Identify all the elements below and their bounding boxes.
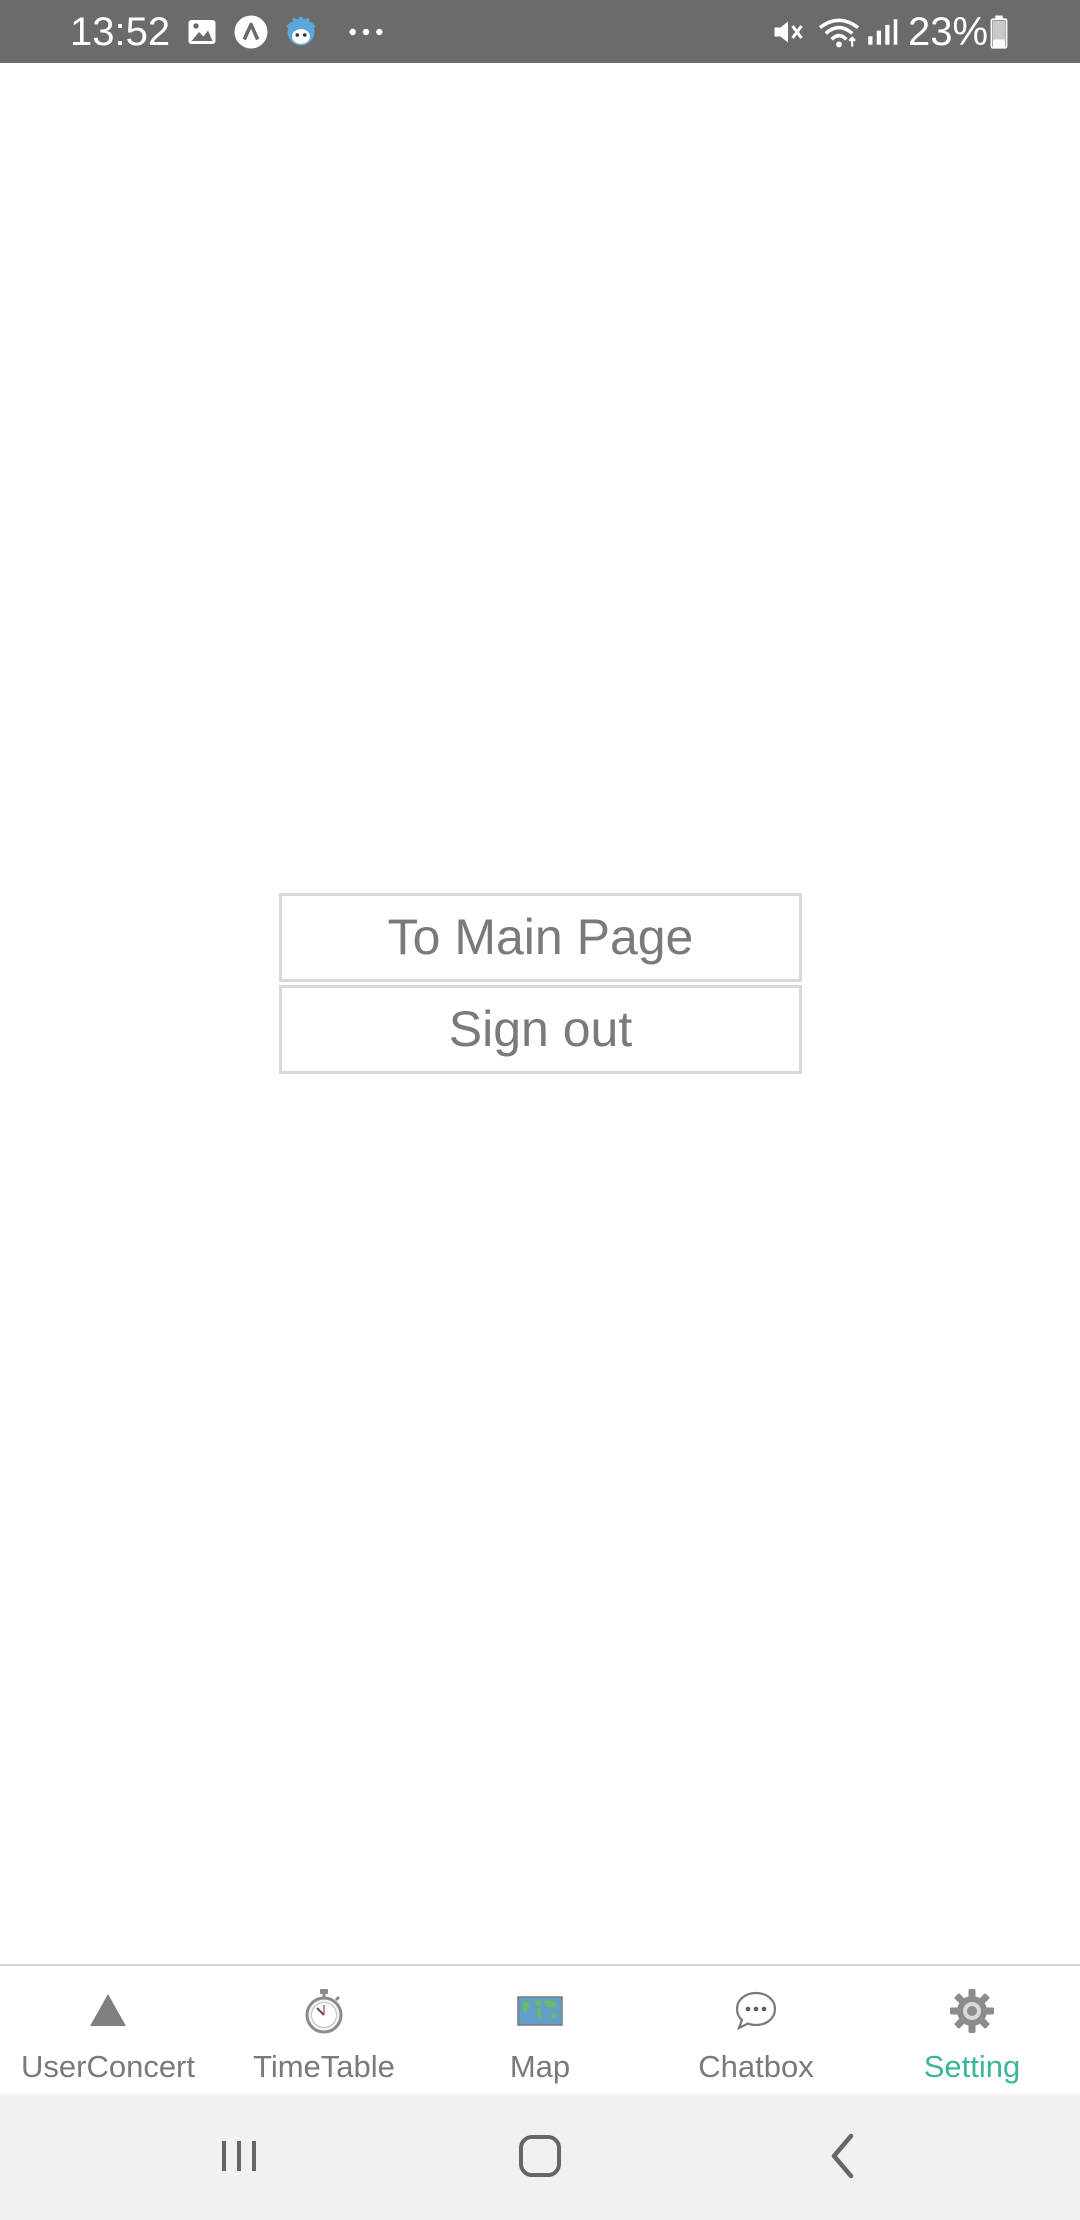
tab-map[interactable]: Map xyxy=(432,1966,648,2096)
system-nav-bar xyxy=(0,2094,1080,2220)
tab-label: TimeTable xyxy=(253,2049,395,2084)
tab-setting[interactable]: Setting xyxy=(864,1966,1080,2096)
status-bar: 13:52 23% xyxy=(0,0,1080,63)
tab-label: Map xyxy=(509,2049,571,2084)
battery-percent: 23% xyxy=(908,10,989,54)
avatar-icon xyxy=(283,14,319,50)
triangle-icon xyxy=(83,1986,133,2036)
app-a-icon xyxy=(233,14,269,50)
stopwatch-icon xyxy=(299,1986,349,2036)
back-icon[interactable] xyxy=(812,2124,876,2188)
tab-label: Chatbox xyxy=(698,2049,814,2084)
world-map-icon xyxy=(515,1986,565,2036)
tab-label: UserConcert xyxy=(21,2049,195,2084)
bottom-tab-bar: UserConcert TimeTable Map Chatbox Settin… xyxy=(0,1964,1080,2096)
tab-timetable[interactable]: TimeTable xyxy=(216,1966,432,2096)
home-icon[interactable] xyxy=(508,2124,572,2188)
to-main-page-button[interactable]: To Main Page xyxy=(279,893,802,982)
settings-actions: To Main Page Sign out xyxy=(279,893,802,1074)
signal-icon xyxy=(864,14,898,50)
tab-chatbox[interactable]: Chatbox xyxy=(648,1966,864,2096)
gallery-icon xyxy=(184,14,220,50)
gear-icon xyxy=(947,1986,997,2036)
chat-bubble-icon xyxy=(731,1986,781,2036)
wifi-icon xyxy=(817,14,861,50)
sign-out-button[interactable]: Sign out xyxy=(279,985,802,1074)
recents-icon[interactable] xyxy=(207,2124,271,2188)
settings-screen: 13:52 23% To Main Page Sign out UserConc… xyxy=(0,0,1080,2220)
status-time: 13:52 xyxy=(70,10,171,54)
battery-icon xyxy=(988,14,1010,50)
more-dots-icon xyxy=(346,14,386,50)
tab-label: Setting xyxy=(923,2049,1021,2084)
tab-userconcert[interactable]: UserConcert xyxy=(0,1966,216,2096)
vibrate-mute-icon xyxy=(770,14,806,50)
